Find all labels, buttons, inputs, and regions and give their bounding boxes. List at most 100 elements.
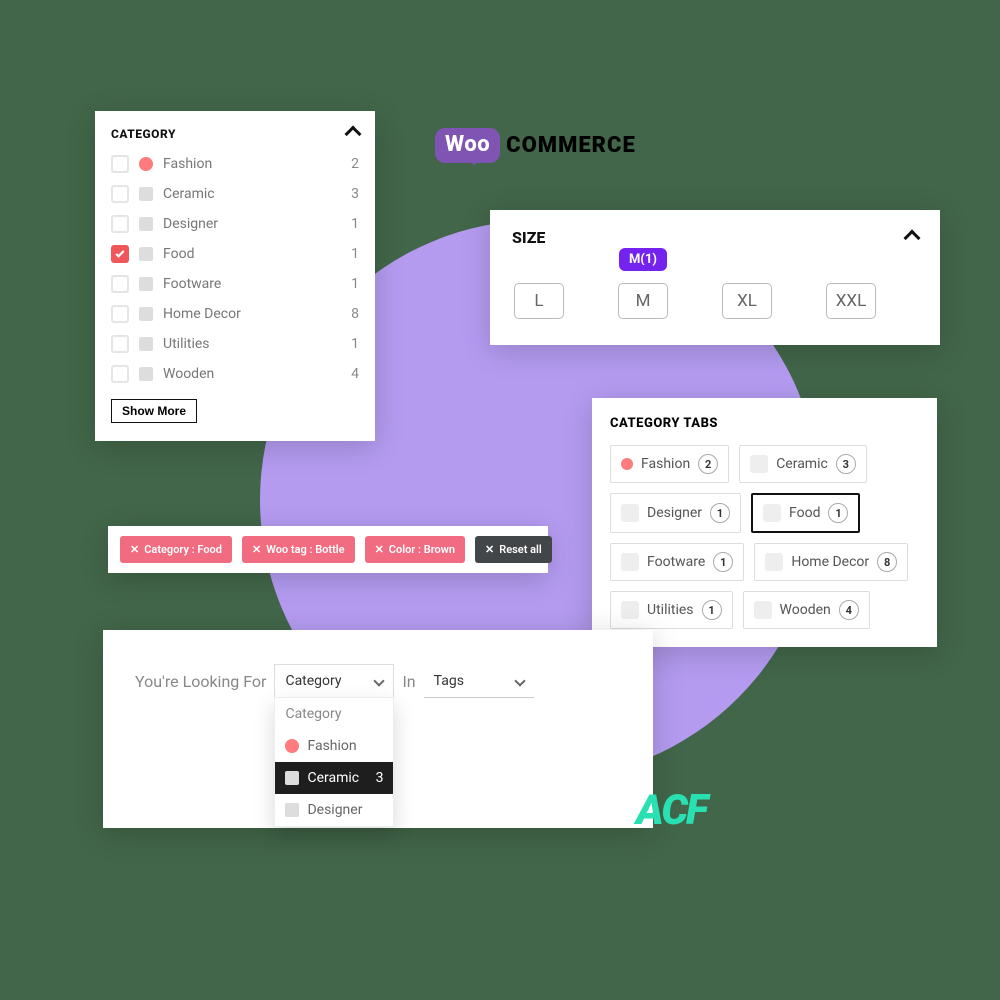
size-option[interactable]: M(1)M xyxy=(618,283,668,319)
category-item-label: Utilities xyxy=(163,336,210,352)
category-swatch-icon xyxy=(139,187,153,201)
category-item-count: 1 xyxy=(351,276,359,292)
category-item[interactable]: Home Decor8 xyxy=(111,299,359,329)
tab-count: 1 xyxy=(828,503,848,523)
active-filters-bar: ✕Category : Food✕Woo tag : Bottle✕Color … xyxy=(108,526,548,573)
size-option-label: XXL xyxy=(836,291,866,311)
dropdown-option-label: Fashion xyxy=(307,738,356,754)
dropdown-option-label: Ceramic xyxy=(307,770,359,786)
category-select[interactable]: Category Category FashionCeramic3Designe… xyxy=(274,664,394,698)
size-option[interactable]: XXL xyxy=(826,283,876,319)
category-item-count: 4 xyxy=(351,366,359,382)
category-item[interactable]: Designer1 xyxy=(111,209,359,239)
size-panel: SIZE L M(1)M XL XXL xyxy=(490,210,940,345)
option-swatch-icon xyxy=(285,803,299,817)
filter-chip-label: Woo tag : Bottle xyxy=(266,543,344,556)
checkbox[interactable] xyxy=(111,275,129,293)
dropdown-header: Category xyxy=(275,698,393,730)
size-option[interactable]: XL xyxy=(722,283,772,319)
option-swatch-icon xyxy=(285,771,299,785)
category-item[interactable]: Utilities 1 xyxy=(111,329,359,359)
chevron-down-icon xyxy=(374,675,385,686)
tab-icon xyxy=(621,553,639,571)
category-swatch-icon xyxy=(139,337,153,351)
size-title: SIZE xyxy=(512,228,545,247)
option-swatch-icon xyxy=(285,739,299,753)
category-item[interactable]: Ceramic 3 xyxy=(111,179,359,209)
category-tabs-panel: CATEGORY TABS Fashion2Ceramic3Designer1F… xyxy=(592,398,937,647)
checkbox[interactable] xyxy=(111,185,129,203)
category-item-count: 3 xyxy=(351,186,359,202)
tab-count: 1 xyxy=(710,503,730,523)
chevron-up-icon[interactable] xyxy=(904,229,921,246)
tab-icon xyxy=(754,601,772,619)
close-icon: ✕ xyxy=(485,543,494,556)
checkbox[interactable] xyxy=(111,365,129,383)
dropdown-option-label: Designer xyxy=(307,802,362,818)
dropdown-option[interactable]: Ceramic3 xyxy=(275,762,393,794)
close-icon: ✕ xyxy=(130,543,139,556)
tab-count: 4 xyxy=(839,600,859,620)
category-tab[interactable]: Designer 1 xyxy=(610,493,741,533)
filter-chip[interactable]: ✕Color : Brown xyxy=(365,536,465,563)
category-tab[interactable]: Fashion 2 xyxy=(610,445,729,483)
checkbox[interactable] xyxy=(111,215,129,233)
tab-count: 3 xyxy=(836,454,856,474)
category-item-label: Ceramic xyxy=(163,186,215,202)
category-title: CATEGORY xyxy=(111,127,176,141)
category-tab[interactable]: Food 1 xyxy=(751,493,860,533)
category-item-label: Food xyxy=(163,246,194,262)
category-tab[interactable]: Ceramic 3 xyxy=(739,445,867,483)
category-tab[interactable]: Footware1 xyxy=(610,543,744,581)
category-select-dropdown: Category Fashion Ceramic3 Designer xyxy=(274,697,394,827)
checkbox[interactable] xyxy=(111,305,129,323)
show-more-button[interactable]: Show More xyxy=(111,399,197,423)
category-tab[interactable]: Wooden 4 xyxy=(743,591,870,629)
tab-label: Ceramic xyxy=(776,456,828,472)
category-tab[interactable]: Home Decor8 xyxy=(754,543,908,581)
category-swatch-icon xyxy=(139,307,153,321)
woo-badge: Woo xyxy=(435,128,500,163)
tab-label: Fashion xyxy=(641,456,690,472)
checkbox[interactable] xyxy=(111,335,129,353)
category-item-count: 1 xyxy=(351,336,359,352)
category-item[interactable]: Footware 1 xyxy=(111,269,359,299)
checkbox[interactable] xyxy=(111,155,129,173)
size-option-label: XL xyxy=(737,291,757,311)
reset-all-chip[interactable]: ✕ Reset all xyxy=(475,536,552,563)
filter-chip[interactable]: ✕Woo tag : Bottle xyxy=(242,536,355,563)
chevron-up-icon[interactable] xyxy=(345,126,362,143)
dropdown-option[interactable]: Designer xyxy=(275,794,393,826)
dropdown-option[interactable]: Fashion xyxy=(275,730,393,762)
category-item-label: Designer xyxy=(163,216,218,232)
tab-label: Wooden xyxy=(780,602,831,618)
looking-for-prefix: You're Looking For xyxy=(135,672,266,691)
tab-count: 2 xyxy=(698,454,718,474)
checkbox[interactable] xyxy=(111,245,129,263)
tags-select[interactable]: Tags xyxy=(424,665,534,698)
acf-logo: ACF xyxy=(636,786,706,835)
category-select-value: Category xyxy=(285,673,341,689)
category-item[interactable]: Wooden 4 xyxy=(111,359,359,389)
tab-label: Food xyxy=(789,505,820,521)
size-option[interactable]: L xyxy=(514,283,564,319)
size-option-label: L xyxy=(534,291,543,311)
category-item-label: Footware xyxy=(163,276,221,292)
category-item-label: Fashion xyxy=(163,156,212,172)
category-tab[interactable]: Utilities1 xyxy=(610,591,733,629)
category-panel: CATEGORY Fashion2Ceramic3Designer1Food1F… xyxy=(95,111,375,441)
category-item[interactable]: Fashion 2 xyxy=(111,149,359,179)
tab-icon xyxy=(621,458,633,470)
woocommerce-logo: Woo COMMERCE xyxy=(435,128,636,163)
tab-label: Designer xyxy=(647,505,702,521)
category-swatch-icon xyxy=(139,217,153,231)
tab-icon xyxy=(765,553,783,571)
category-item-label: Home Decor xyxy=(163,306,241,322)
category-item-label: Wooden xyxy=(163,366,214,382)
category-item[interactable]: Food1 xyxy=(111,239,359,269)
filter-chip[interactable]: ✕Category : Food xyxy=(120,536,232,563)
tab-icon xyxy=(750,455,768,473)
category-swatch-icon xyxy=(139,367,153,381)
category-item-count: 2 xyxy=(351,156,359,172)
tab-icon xyxy=(763,504,781,522)
